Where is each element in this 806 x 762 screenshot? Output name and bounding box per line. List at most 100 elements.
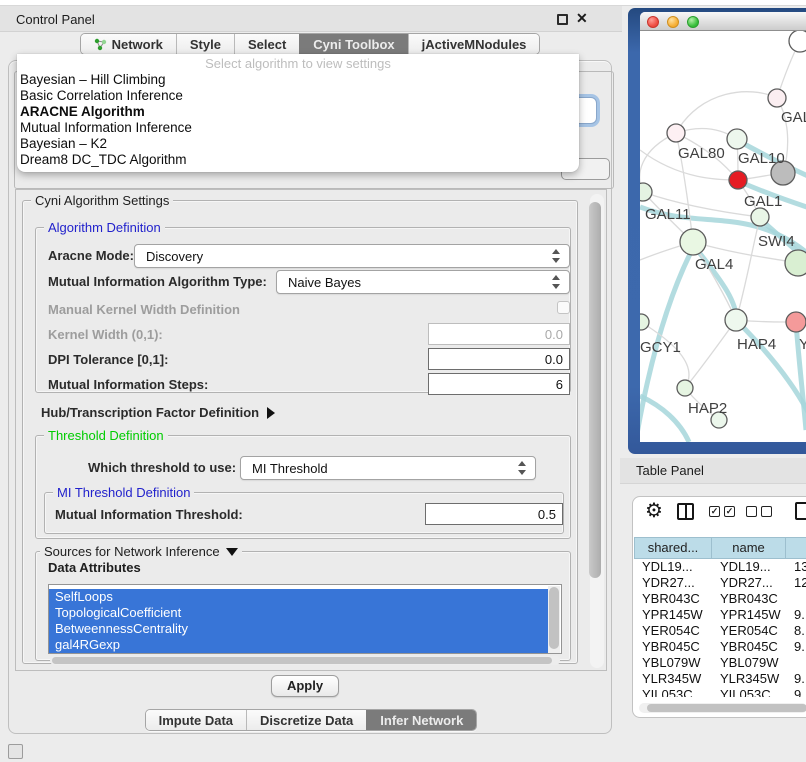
settings-vertical-scrollbar-thumb[interactable] xyxy=(589,202,601,578)
tab-network[interactable]: Network xyxy=(81,34,176,54)
network-node[interactable] xyxy=(640,314,649,330)
table-row[interactable]: YLR345WYLR345W9. xyxy=(634,671,806,687)
mi-threshold-label: Mutual Information Threshold: xyxy=(55,507,243,522)
table-cell: YER054C xyxy=(712,623,786,639)
hub-definition-toggle[interactable]: Hub/Transcription Factor Definition xyxy=(41,405,275,420)
algorithm-option-aracne-algorithm[interactable]: ARACNE Algorithm xyxy=(17,104,579,120)
network-node[interactable] xyxy=(789,31,806,52)
network-window-frame[interactable]: GALGAL80GAL10GAL1GAL11SWI4GAL4GCY1HAP4YH… xyxy=(628,8,806,454)
tab-infer-network[interactable]: Infer Network xyxy=(366,710,476,730)
table-cell: YBR043C xyxy=(712,591,786,607)
network-canvas[interactable]: GALGAL80GAL10GAL1GAL11SWI4GAL4GCY1HAP4YH… xyxy=(640,31,806,442)
kernel-width-field[interactable] xyxy=(428,323,570,345)
column-header-name[interactable]: name xyxy=(712,537,786,559)
tab-label: Cyni Toolbox xyxy=(313,37,394,52)
algorithm-option-bayesian-hill-climbing[interactable]: Bayesian – Hill Climbing xyxy=(17,72,579,88)
network-node[interactable] xyxy=(725,309,747,331)
network-node[interactable] xyxy=(640,183,652,201)
table-icon[interactable] xyxy=(795,502,806,520)
algorithm-option-mutual-information-inference[interactable]: Mutual Information Inference xyxy=(17,120,579,136)
settings-gear-icon[interactable]: ⚙ xyxy=(645,498,663,523)
deselect-all-icon[interactable] xyxy=(761,506,772,517)
select-all-icon[interactable]: ✓ xyxy=(724,506,735,517)
zoom-traffic-light-icon[interactable] xyxy=(687,16,699,28)
column-layout-icon[interactable] xyxy=(677,503,694,520)
algorithm-option-dream8-dc-tdc-algorithm[interactable]: Dream8 DC_TDC Algorithm xyxy=(17,152,579,168)
algorithm-option-basic-correlation-inference[interactable]: Basic Correlation Inference xyxy=(17,88,579,104)
tab-style[interactable]: Style xyxy=(176,34,234,54)
column-header-clipped[interactable] xyxy=(786,537,806,559)
mi-threshold-field[interactable] xyxy=(425,503,563,525)
dpi-tolerance-field[interactable] xyxy=(428,348,570,370)
table-panel-header: Table Panel xyxy=(620,458,806,484)
close-panel-icon[interactable]: ✕ xyxy=(576,10,588,27)
tab-cyni-toolbox[interactable]: Cyni Toolbox xyxy=(299,34,407,54)
mi-threshold-definition-group: MI Threshold Definition Mutual Informati… xyxy=(44,492,564,534)
table-cell xyxy=(786,591,806,607)
list-horizontal-scrollbar[interactable] xyxy=(50,656,560,665)
table-horizontal-scrollbar-thumb[interactable] xyxy=(647,704,806,712)
attribute-item-gal4rgexp[interactable]: gal4RGexp xyxy=(49,637,549,653)
algorithm-option-bayesian-k2[interactable]: Bayesian – K2 xyxy=(17,136,579,152)
tab-discretize-data[interactable]: Discretize Data xyxy=(246,710,366,730)
network-node[interactable] xyxy=(680,229,706,255)
table-row[interactable]: YDR27...YDR27...12 xyxy=(634,575,806,591)
network-node[interactable] xyxy=(751,208,769,226)
table-row[interactable]: YBL079WYBL079W xyxy=(634,655,806,671)
attribute-item-betweennesscentrality[interactable]: BetweennessCentrality xyxy=(49,621,549,637)
algorithm-dropdown-popup: Select algorithm to view settings Bayesi… xyxy=(17,54,579,172)
list-vertical-scrollbar[interactable] xyxy=(548,586,560,654)
network-node[interactable] xyxy=(729,171,747,189)
tab-label: Style xyxy=(190,37,221,52)
settings-vertical-scrollbar[interactable] xyxy=(590,194,604,668)
network-node[interactable] xyxy=(786,312,806,332)
threshold-definition-title: Threshold Definition xyxy=(44,428,168,443)
minimize-traffic-light-icon[interactable] xyxy=(667,16,679,28)
network-window-titlebar[interactable] xyxy=(640,12,806,31)
table-row[interactable]: YPR145WYPR145W9. xyxy=(634,607,806,623)
which-threshold-select[interactable]: MI Threshold xyxy=(240,456,536,480)
select-all-icon[interactable]: ✓ xyxy=(709,506,720,517)
network-node[interactable] xyxy=(677,380,693,396)
tab-impute-data[interactable]: Impute Data xyxy=(146,710,246,730)
list-horizontal-scrollbar-thumb[interactable] xyxy=(52,657,552,664)
network-node[interactable] xyxy=(768,89,786,107)
dock-mini-button[interactable] xyxy=(8,744,23,759)
apply-button[interactable]: Apply xyxy=(271,675,339,697)
tab-select[interactable]: Select xyxy=(234,34,299,54)
table-cell: 9. xyxy=(786,639,806,655)
table-row[interactable]: YBR043CYBR043C xyxy=(634,591,806,607)
network-node[interactable] xyxy=(667,124,685,142)
mi-steps-field[interactable] xyxy=(428,373,570,395)
close-traffic-light-icon[interactable] xyxy=(647,16,659,28)
table-row[interactable]: YBR045CYBR045C9. xyxy=(634,639,806,655)
tab-jactivemnodules[interactable]: jActiveMNodules xyxy=(408,34,540,54)
float-panel-icon[interactable] xyxy=(557,14,568,25)
attribute-item-topologicalcoefficient[interactable]: TopologicalCoefficient xyxy=(49,605,549,621)
algorithm-definition-group: Algorithm Definition Aracne Mode: Discov… xyxy=(35,227,571,393)
data-attributes-list[interactable]: SelfLoopsTopologicalCoefficientBetweenne… xyxy=(48,584,562,654)
list-vertical-scrollbar-thumb[interactable] xyxy=(549,587,559,649)
mi-threshold-definition-title: MI Threshold Definition xyxy=(53,485,194,500)
sources-group-toggle[interactable]: Sources for Network Inference xyxy=(40,544,242,559)
table-cell xyxy=(786,655,806,671)
deselect-all-icon[interactable] xyxy=(746,506,757,517)
table-row[interactable]: YIL053CYIL053C9. xyxy=(634,687,806,697)
spinner-arrows-icon xyxy=(518,461,527,475)
attribute-item-selfloops[interactable]: SelfLoops xyxy=(49,589,549,605)
table-horizontal-scrollbar[interactable] xyxy=(639,703,806,713)
node-label-hap2: HAP2 xyxy=(688,400,727,417)
manual-kernel-width-checkbox[interactable] xyxy=(557,301,570,314)
node-label-gal1: GAL1 xyxy=(744,193,782,210)
table-row[interactable]: YER054CYER054C8. xyxy=(634,623,806,639)
mi-algorithm-type-select[interactable]: Naive Bayes xyxy=(276,270,570,294)
threshold-definition-group: Threshold Definition Which threshold to … xyxy=(35,435,571,539)
table-row[interactable]: YDL19...YDL19...13 xyxy=(634,559,806,575)
tab-label: jActiveMNodules xyxy=(422,37,527,52)
network-node[interactable] xyxy=(727,129,747,149)
aracne-mode-select[interactable]: Discovery xyxy=(134,244,570,268)
aracne-mode-value: Discovery xyxy=(146,249,203,264)
column-header-shared[interactable]: shared... xyxy=(634,537,712,559)
data-attributes-label: Data Attributes xyxy=(48,560,141,575)
network-node[interactable] xyxy=(785,250,806,276)
